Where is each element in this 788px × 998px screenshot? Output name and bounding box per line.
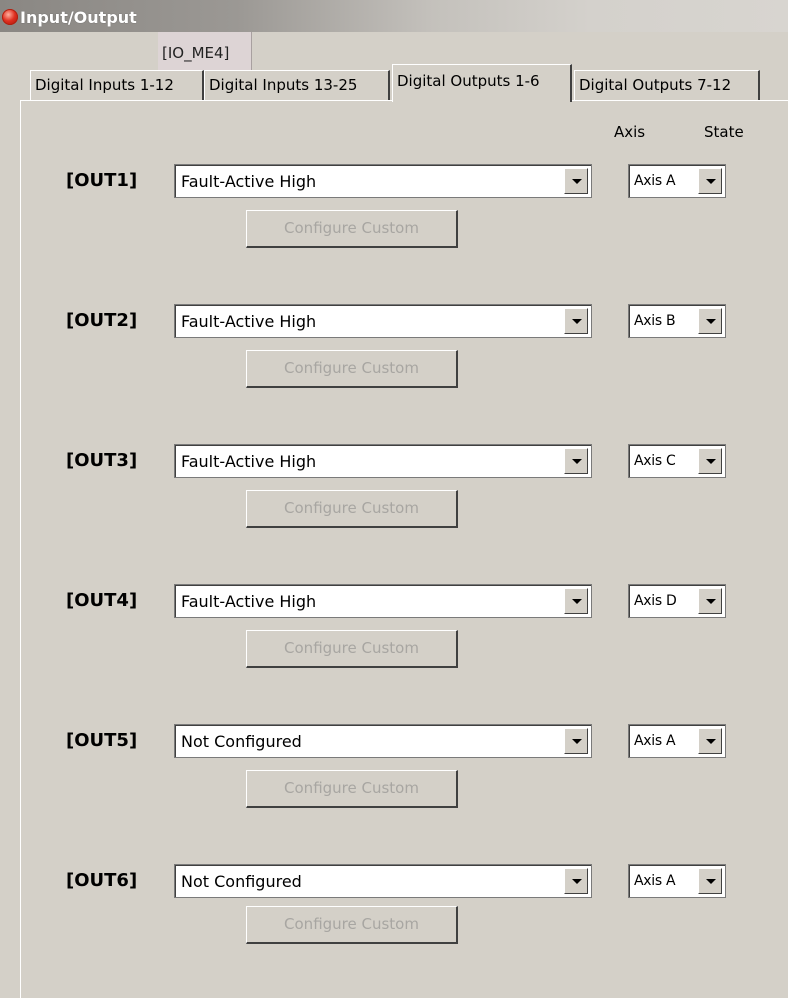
out4-label: [OUT4] [66,590,138,611]
out3-function-select[interactable]: Fault-Active High [174,444,592,478]
out1-axis-select[interactable]: Axis A [628,164,726,198]
out5-axis-select[interactable]: Axis A [628,724,726,758]
out2-function-value: Fault-Active High [181,312,317,331]
out4-axis-value: Axis D [634,593,677,609]
io-tag: [IO_ME4] [158,32,252,70]
chevron-down-icon[interactable] [698,168,722,194]
tab-digital-outputs-1-6[interactable]: Digital Outputs 1-6 [392,64,572,102]
out3-axis-select[interactable]: Axis C [628,444,726,478]
title-bar: Input/Output [0,0,788,32]
out2-function-select[interactable]: Fault-Active High [174,304,592,338]
out6-function-value: Not Configured [181,872,302,891]
out5-configure-custom-button[interactable]: Configure Custom [246,770,458,808]
tab-digital-inputs-1-12[interactable]: Digital Inputs 1-12 [30,70,204,100]
chevron-down-icon[interactable] [698,448,722,474]
out1-axis-value: Axis A [634,173,676,189]
chevron-down-icon[interactable] [698,308,722,334]
out5-function-value: Not Configured [181,732,302,751]
out2-label: [OUT2] [66,310,138,331]
out1-configure-custom-button[interactable]: Configure Custom [246,210,458,248]
out1-function-value: Fault-Active High [181,172,317,191]
out4-function-value: Fault-Active High [181,592,317,611]
chevron-down-icon[interactable] [564,868,588,894]
out6-label: [OUT6] [66,870,138,891]
out6-axis-value: Axis A [634,873,676,889]
out4-configure-custom-button[interactable]: Configure Custom [246,630,458,668]
tab-digital-outputs-7-12[interactable]: Digital Outputs 7-12 [574,70,760,100]
out6-function-select[interactable]: Not Configured [174,864,592,898]
out3-function-value: Fault-Active High [181,452,317,471]
out1-function-select[interactable]: Fault-Active High [174,164,592,198]
out3-label: [OUT3] [66,450,138,471]
app-icon [2,9,18,25]
chevron-down-icon[interactable] [564,308,588,334]
out3-configure-custom-button[interactable]: Configure Custom [246,490,458,528]
window-title: Input/Output [20,8,137,27]
chevron-down-icon[interactable] [564,588,588,614]
out3-axis-value: Axis C [634,453,676,469]
out2-configure-custom-button[interactable]: Configure Custom [246,350,458,388]
out2-axis-value: Axis B [634,313,676,329]
out5-label: [OUT5] [66,730,138,751]
out6-configure-custom-button[interactable]: Configure Custom [246,906,458,944]
state-column-header: State [704,123,744,141]
axis-column-header: Axis [614,123,646,141]
chevron-down-icon[interactable] [698,588,722,614]
out2-axis-select[interactable]: Axis B [628,304,726,338]
out4-axis-select[interactable]: Axis D [628,584,726,618]
out5-axis-value: Axis A [634,733,676,749]
out5-function-select[interactable]: Not Configured [174,724,592,758]
chevron-down-icon[interactable] [564,168,588,194]
tab-digital-inputs-13-25[interactable]: Digital Inputs 13-25 [204,70,390,100]
chevron-down-icon[interactable] [564,728,588,754]
out1-label: [OUT1] [66,170,138,191]
out4-function-select[interactable]: Fault-Active High [174,584,592,618]
chevron-down-icon[interactable] [698,868,722,894]
chevron-down-icon[interactable] [698,728,722,754]
out6-axis-select[interactable]: Axis A [628,864,726,898]
chevron-down-icon[interactable] [564,448,588,474]
